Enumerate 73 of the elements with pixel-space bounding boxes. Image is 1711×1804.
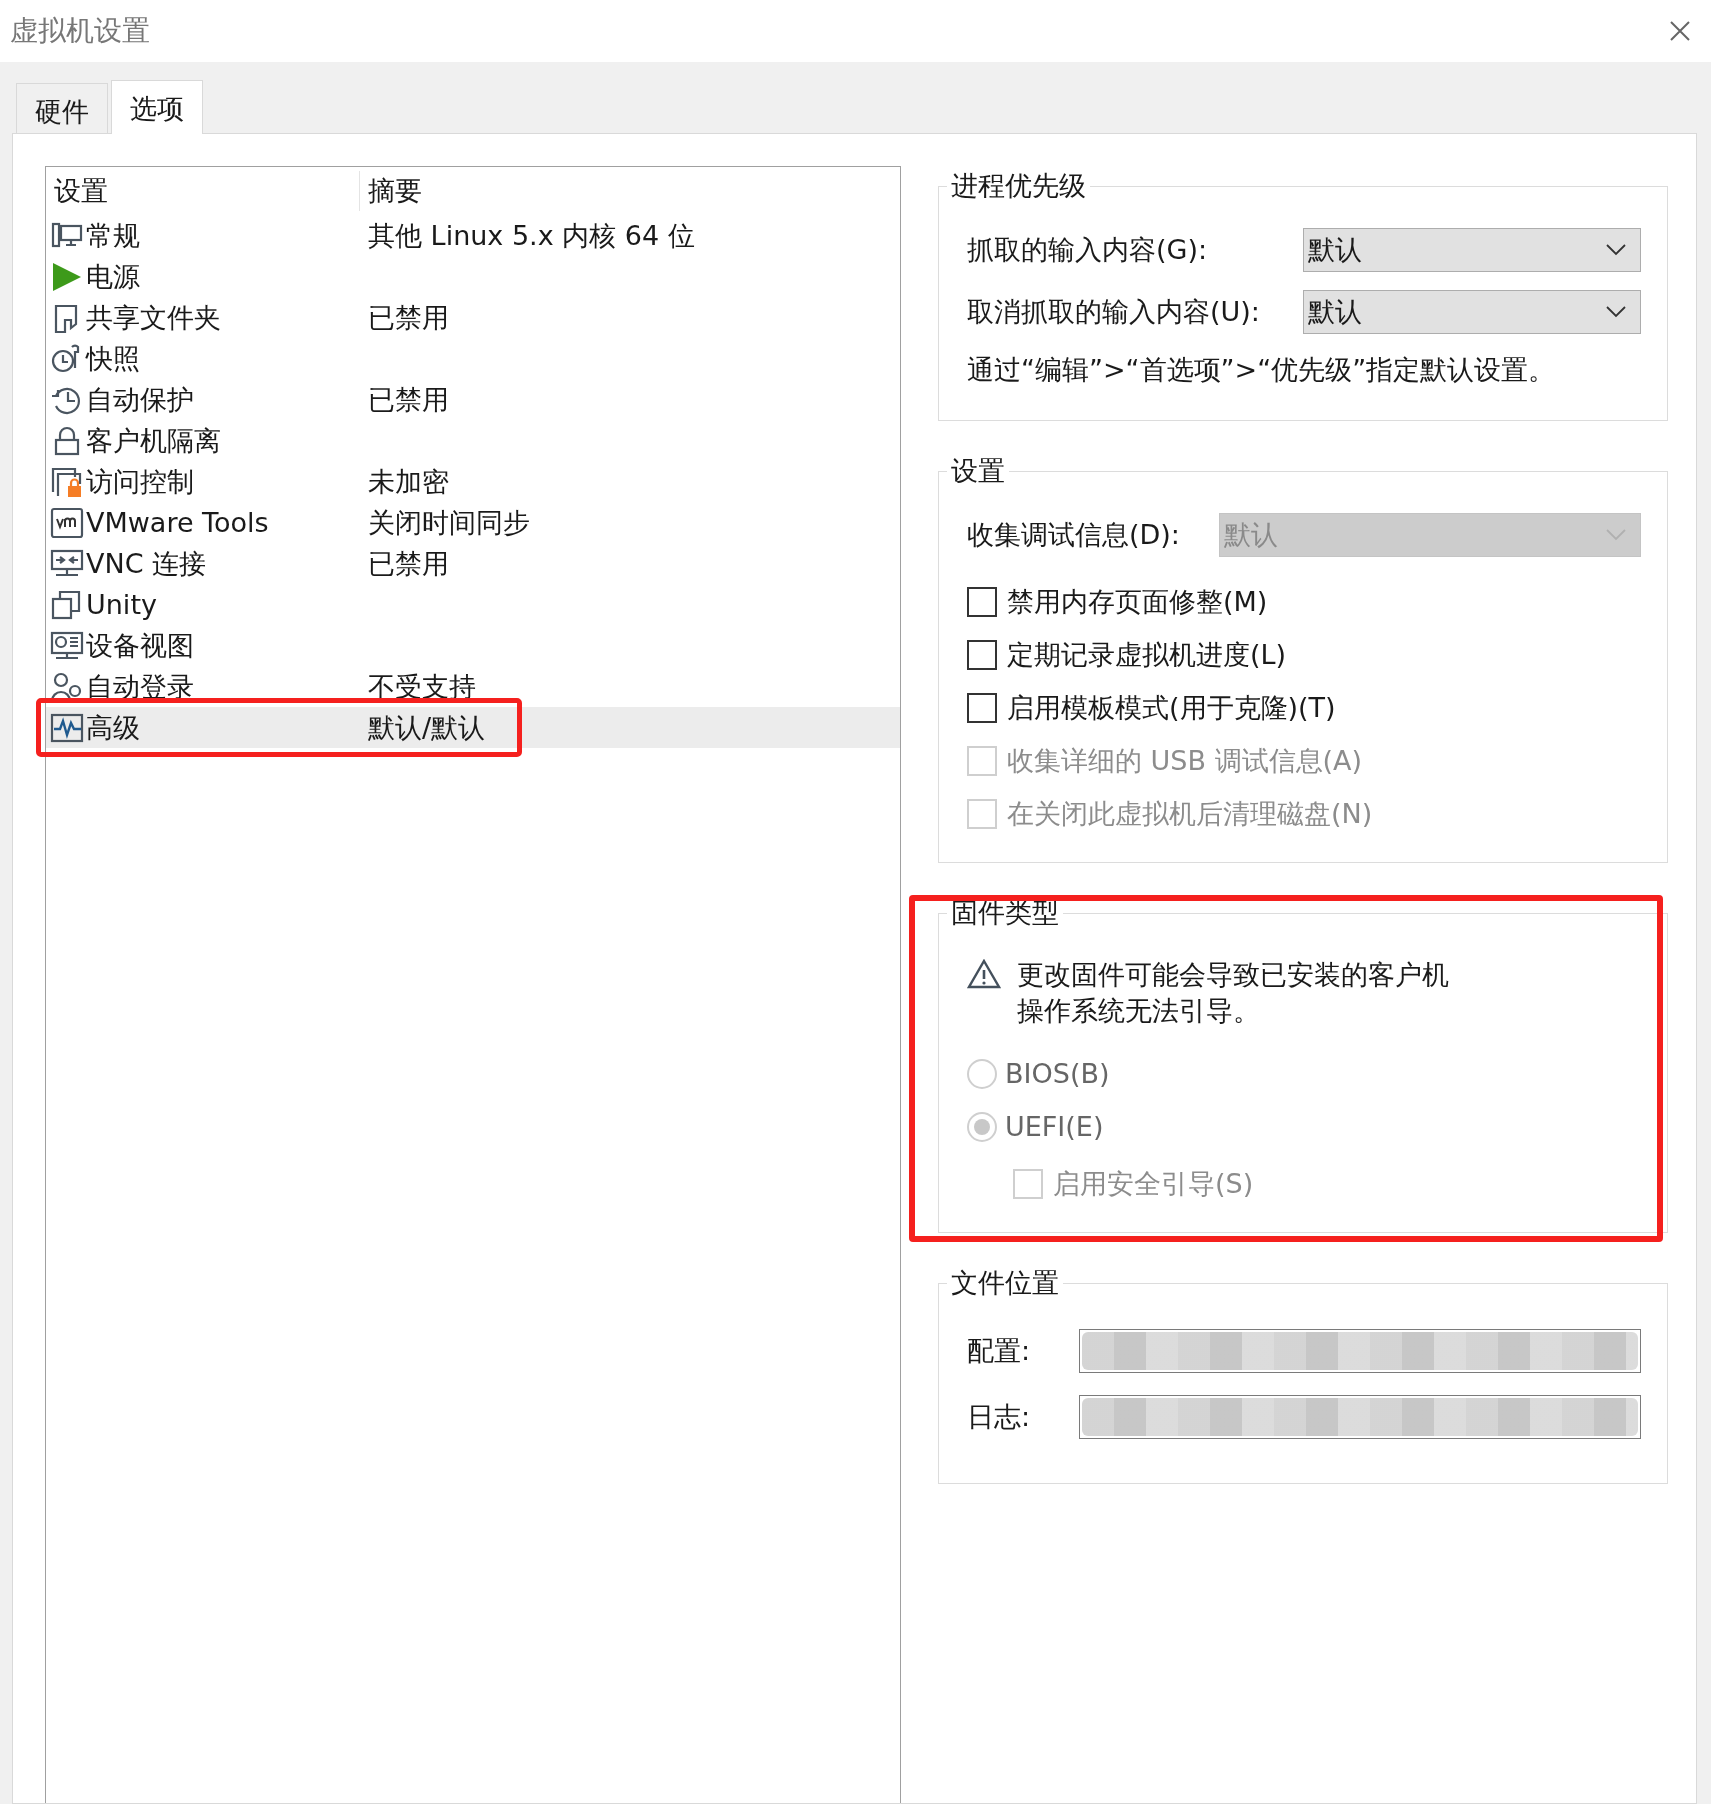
checkbox-label: 启用安全引导(S) (1053, 1166, 1254, 1201)
setting-name: 共享文件夹 (86, 300, 221, 335)
setting-name: VNC 连接 (86, 546, 207, 581)
list-item[interactable]: 共享文件夹 已禁用 (46, 297, 900, 338)
column-header: 摘要 (367, 174, 422, 208)
list-item[interactable]: 自动保护 已禁用 (46, 379, 900, 420)
setting-name: 自动保护 (86, 382, 194, 417)
setting-summary: 默认/默认 (368, 710, 486, 745)
padlock-window-icon (50, 465, 84, 498)
checkbox-label: 定期记录虚拟机进度(L) (1007, 637, 1287, 672)
field-label: 取消抓取的输入内容(U): (967, 295, 1261, 329)
group-title: 进程优先级 (950, 169, 1087, 203)
field-label: 收集调试信息(D): (967, 518, 1181, 552)
setting-summary: 关闭时间同步 (368, 505, 530, 540)
list-item[interactable]: Unity (46, 584, 900, 625)
setting-summary: 已禁用 (368, 546, 449, 581)
hint-text: 通过“编辑”>“首选项”>“优先级”指定默认设置。 (967, 353, 1557, 387)
checkbox-label: 启用模板模式(用于克隆)(T) (1007, 690, 1336, 725)
dropdown-value: 默认 (1224, 518, 1278, 552)
setting-summary: 已禁用 (368, 382, 449, 417)
chevron-icon (1606, 529, 1626, 541)
tab[interactable]: 选项 (111, 80, 203, 134)
checkbox-label: 收集详细的 USB 调试信息(A) (1007, 743, 1363, 778)
tab[interactable]: 硬件 (16, 83, 108, 134)
list-item[interactable]: 电源 (46, 256, 900, 297)
setting-name: 常规 (86, 218, 140, 253)
checkbox-label: 在关闭此虚拟机后清理磁盘(N) (1007, 796, 1373, 831)
setting-summary: 已禁用 (368, 300, 449, 335)
column-header: 设置 (46, 171, 360, 211)
field-label: 日志: (967, 1400, 1032, 1434)
group-title: 固件类型 (950, 896, 1060, 930)
vm-logo-icon (50, 506, 84, 539)
list-item[interactable]: 常规 其他 Linux 5.x 内核 64 位 (46, 215, 900, 256)
list-item[interactable]: 高级 默认/默认 (46, 707, 900, 748)
list-item[interactable]: VMware Tools 关闭时间同步 (46, 502, 900, 543)
setting-name: 设备视图 (86, 628, 194, 663)
checkbox[interactable] (967, 692, 997, 723)
setting-name: 电源 (86, 259, 140, 294)
radio-label: UEFI(E) (1005, 1111, 1104, 1142)
checkbox[interactable] (967, 586, 997, 617)
setting-summary: 未加密 (368, 464, 449, 499)
field-label: 抓取的输入内容(G): (967, 233, 1209, 267)
setting-name: 客户机隔离 (86, 423, 221, 458)
setting-name: 访问控制 (86, 464, 194, 499)
setting-name: 快照 (86, 341, 140, 376)
checkbox-label: 禁用内存页面修整(M) (1007, 584, 1268, 619)
chevron-icon (1606, 306, 1626, 318)
warning-text: 更改固件可能会导致已安装的客户机操作系统无法引导。 (1017, 958, 1450, 1028)
setting-summary: 其他 Linux 5.x 内核 64 位 (368, 218, 695, 253)
dropdown-value: 默认 (1308, 233, 1362, 267)
window-title: 虚拟机设置 (10, 13, 150, 49)
setting-name: VMware Tools (86, 507, 269, 538)
pulse-icon (50, 711, 84, 744)
checkbox[interactable] (967, 639, 997, 670)
list-item[interactable]: 快照 (46, 338, 900, 379)
close-icon[interactable] (1669, 20, 1691, 42)
group-title: 设置 (950, 454, 1006, 488)
radio-label: BIOS(B) (1005, 1058, 1110, 1089)
group-title: 文件位置 (950, 1266, 1060, 1300)
field-label: 配置: (967, 1334, 1032, 1368)
list-item[interactable]: 访问控制 未加密 (46, 461, 900, 502)
dropdown-value: 默认 (1308, 295, 1362, 329)
list-item[interactable]: 客户机隔离 (46, 420, 900, 461)
chevron-icon (1606, 244, 1626, 256)
dropdown[interactable]: 默认 (1303, 290, 1641, 334)
setting-name: 自动登录 (86, 669, 194, 704)
device-view-icon (50, 629, 84, 662)
dropdown[interactable]: 默认 (1303, 228, 1641, 272)
setting-name: Unity (86, 589, 157, 620)
setting-name: 高级 (86, 710, 140, 745)
warning-icon (967, 959, 1001, 989)
list-item[interactable]: VNC 连接 已禁用 (46, 543, 900, 584)
list-item[interactable]: 设备视图 (46, 625, 900, 666)
